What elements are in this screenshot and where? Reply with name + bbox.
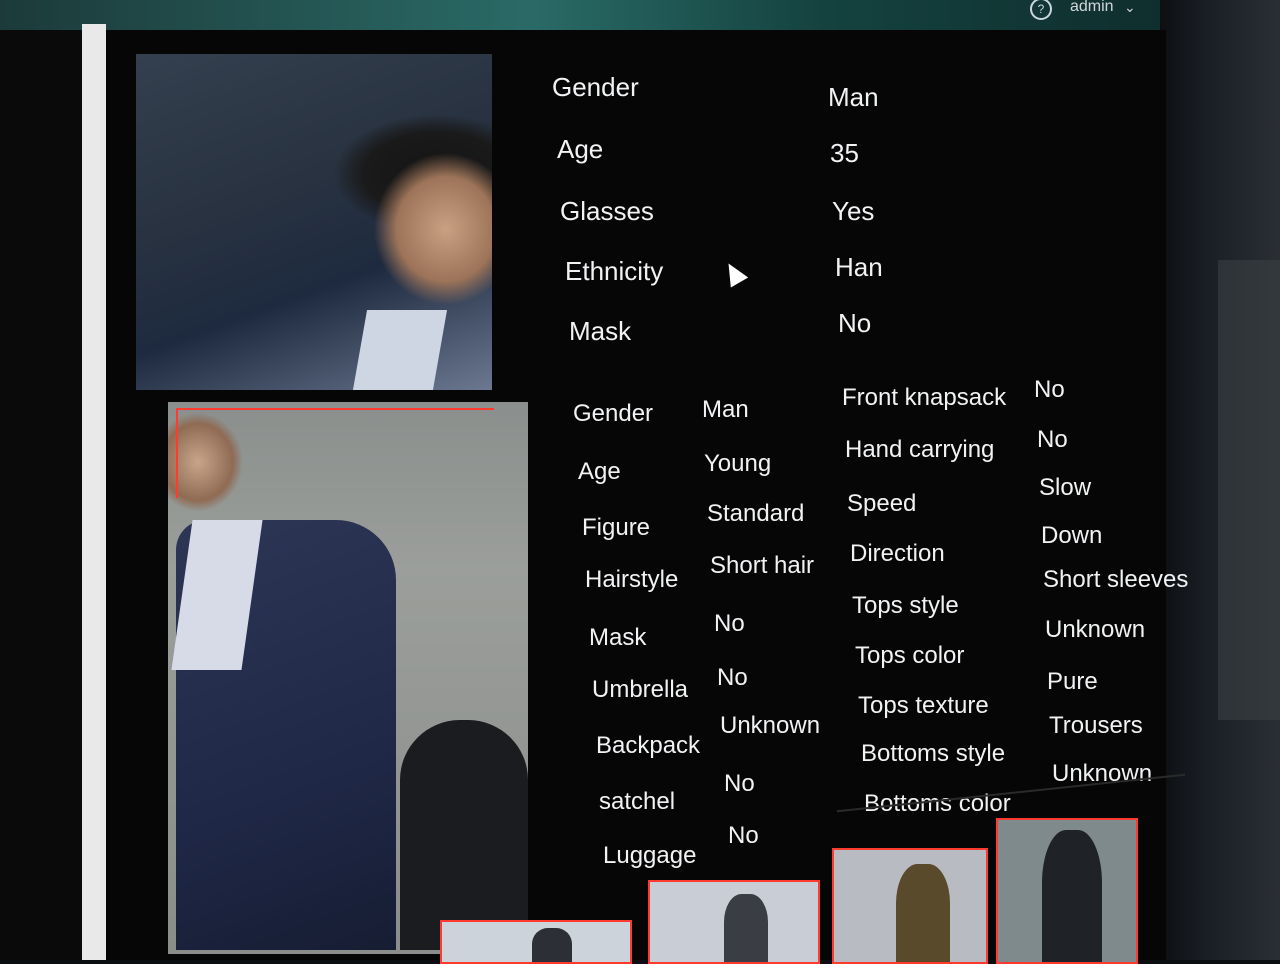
body-label-direction: Direction: [850, 540, 945, 567]
body-value-tops-color: Unknown: [1045, 616, 1146, 643]
body-value-umbrella: No: [717, 664, 748, 691]
body-value-bottoms-style: Trousers: [1049, 712, 1143, 739]
body-label-figure: Figure: [582, 514, 651, 541]
chevron-down-icon[interactable]: ⌄: [1124, 0, 1136, 16]
body-label-speed: Speed: [847, 490, 917, 517]
detection-frame: [176, 408, 494, 498]
body-label-umbrella: Umbrella: [592, 676, 689, 703]
body-label-hairstyle: Hairstyle: [585, 566, 679, 593]
face-value-gender: Man: [828, 82, 879, 112]
background-person: [400, 720, 528, 950]
body-value-luggage: No: [728, 822, 759, 849]
body-label-hand-carrying: Hand carrying: [845, 436, 995, 463]
body-value-figure: Standard: [707, 500, 805, 527]
body-label-backpack: Backpack: [596, 732, 701, 759]
body-value-hand-carrying: No: [1037, 426, 1068, 453]
face-value-glasses: Yes: [832, 196, 875, 226]
face-value-ethnicity: Han: [835, 252, 883, 282]
body-label-mask: Mask: [589, 624, 647, 651]
body-label-tops-texture: Tops texture: [858, 692, 989, 719]
body-label-satchel: satchel: [599, 788, 676, 815]
body-label-age: Age: [578, 458, 621, 485]
body-value-mask: No: [714, 610, 745, 637]
body-label-luggage: Luggage: [603, 842, 697, 869]
body-value-front-knapsack: No: [1034, 376, 1065, 403]
face-label-glasses: Glasses: [560, 196, 654, 226]
body-value-satchel: No: [724, 770, 755, 797]
body-value-age: Young: [704, 450, 772, 477]
snapshot-thumbnail[interactable]: [832, 848, 988, 964]
face-label-age: Age: [557, 134, 604, 164]
help-circle-icon[interactable]: ?: [1030, 0, 1052, 20]
body-value-tops-style: Short sleeves: [1043, 566, 1189, 593]
snapshot-thumbnail[interactable]: [648, 880, 820, 964]
face-value-mask: No: [838, 308, 872, 338]
body-label-front-knapsack: Front knapsack: [842, 384, 1007, 411]
body-value-gender: Man: [702, 396, 749, 423]
body-label-bottoms-style: Bottoms style: [861, 740, 1006, 767]
body-value-hairstyle: Short hair: [710, 552, 815, 579]
panel-border: [82, 24, 106, 960]
background-light: [1218, 260, 1280, 720]
body-value-speed: Slow: [1039, 474, 1092, 501]
face-label-ethnicity: Ethnicity: [565, 256, 664, 286]
face-label-mask: Mask: [569, 316, 632, 346]
shirt-collar: [352, 310, 448, 390]
body-value-direction: Down: [1041, 522, 1103, 549]
body-label-gender: Gender: [573, 400, 654, 427]
body-value-backpack: Unknown: [720, 712, 821, 739]
body-value-tops-texture: Pure: [1047, 668, 1098, 695]
snapshot-thumbnail[interactable]: [996, 818, 1138, 964]
face-value-age: 35: [830, 138, 859, 168]
body-label-tops-style: Tops style: [852, 592, 959, 619]
user-menu[interactable]: admin: [1070, 0, 1114, 16]
left-sidebar: [0, 30, 82, 960]
body-label-tops-color: Tops color: [855, 642, 965, 669]
face-label-gender: Gender: [552, 72, 639, 102]
snapshot-thumbnail[interactable]: [440, 920, 632, 964]
